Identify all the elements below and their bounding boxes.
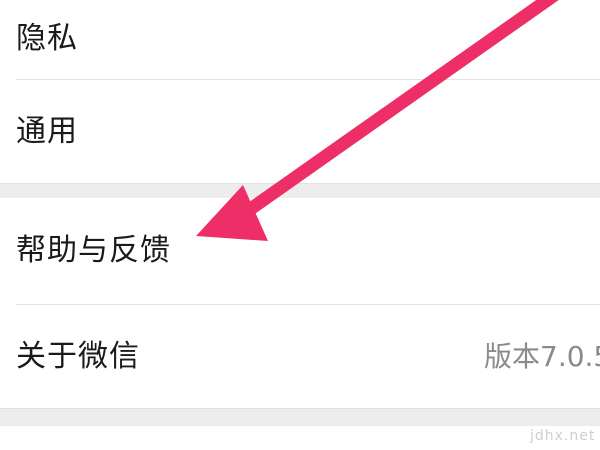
settings-group-next — [0, 426, 600, 450]
section-gap — [0, 183, 600, 199]
settings-item-general[interactable]: 通用 — [0, 80, 600, 183]
watermark: jdhx.net — [530, 428, 596, 444]
version-value: 版本7.0.5 — [484, 339, 600, 373]
settings-item-privacy[interactable]: 隐私 — [0, 0, 600, 78]
settings-item-help-feedback[interactable]: 帮助与反馈 — [0, 198, 600, 304]
settings-screen: 隐私 通用 帮助与反馈 关于微信 版本7.0.5 jdhx.net — [0, 0, 600, 450]
settings-item-label: 帮助与反馈 — [16, 233, 171, 268]
settings-item-about-wechat[interactable]: 关于微信 版本7.0.5 — [0, 305, 600, 408]
settings-item-label: 通用 — [16, 113, 78, 149]
section-gap — [0, 408, 600, 427]
settings-item-label: 隐私 — [16, 21, 78, 56]
settings-item-label: 关于微信 — [16, 338, 140, 374]
